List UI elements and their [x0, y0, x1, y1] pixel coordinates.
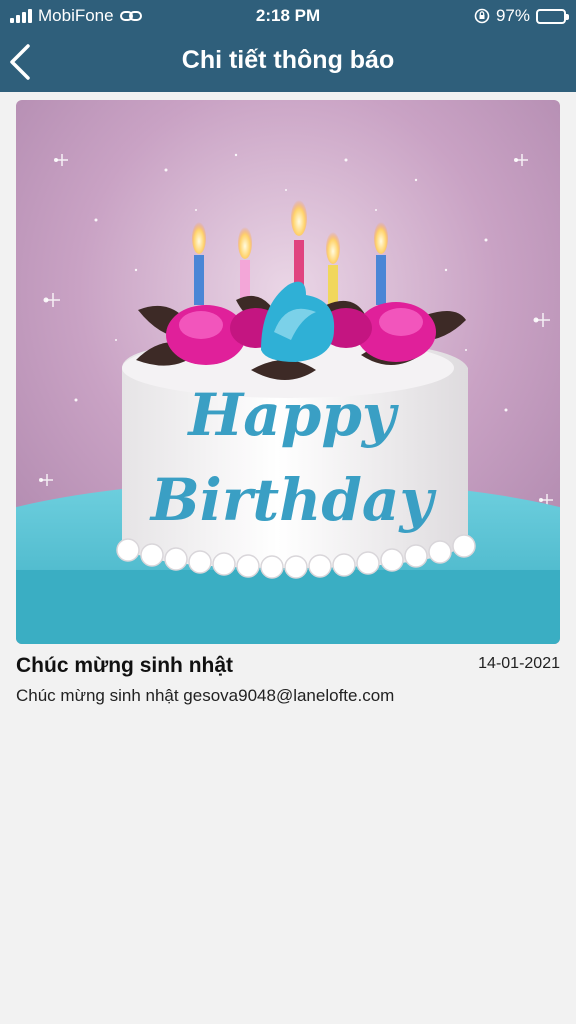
battery-percent: 97%	[495, 6, 530, 25]
notification-header: Chúc mừng sinh nhật 14-01-2021	[16, 654, 560, 678]
top-bar: MobiFone 2:18 PM 97% Chi tiết thông báo	[0, 0, 576, 92]
nav-bar: Chi tiết thông báo	[0, 32, 576, 92]
notification-body: Chúc mừng sinh nhật gesova9048@lanelofte…	[16, 686, 395, 705]
cake-text-happy: Happy	[186, 381, 399, 449]
status-bar: MobiFone 2:18 PM 97%	[0, 0, 576, 32]
birthday-cake-illustration: Happy Birthday	[16, 100, 560, 644]
page-title: Chi tiết thông báo	[181, 46, 395, 74]
birthday-banner-image: Happy Birthday	[16, 100, 560, 644]
notification-date: 14-01-2021	[478, 655, 560, 672]
status-right: 97%	[474, 6, 569, 26]
cake-text-birthday: Birthday	[149, 466, 438, 534]
battery-icon	[536, 8, 569, 24]
orientation-lock-icon	[474, 8, 490, 24]
